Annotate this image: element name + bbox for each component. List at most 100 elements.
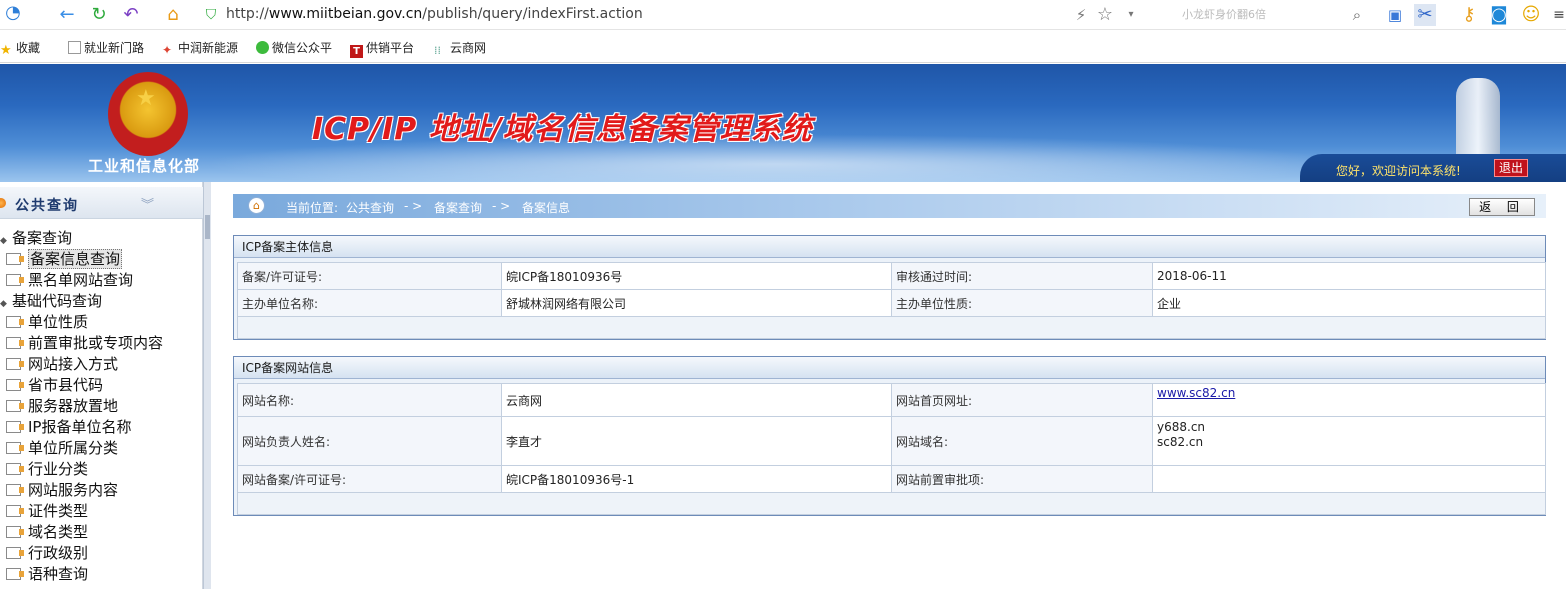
url-prefix: http:// [226,6,269,22]
tree-expander-icon: ◆ [0,299,7,309]
website-info-panel: ICP备案网站信息 网站名称: 云商网 网站首页网址: www.sc82.cn … [233,356,1546,516]
key-icon[interactable]: ⚷ [1458,4,1480,26]
orange-dot-icon [0,198,6,208]
bookmark-favorites[interactable]: ★ 收藏 [0,39,40,58]
address-bar[interactable]: http://www.miitbeian.gov.cn/publish/quer… [226,6,643,22]
splitter-grip-icon[interactable] [205,215,210,239]
breadcrumb-item: 公共查询 [346,201,395,215]
bookmark-label: 供销平台 [366,41,415,55]
tree-leaf-label: 证件类型 [28,502,89,520]
home-icon: ⌂ [248,197,265,214]
tree-leaf[interactable]: 网站接入方式 [6,354,118,374]
search-placeholder: 小龙虾身价翻6倍 [1182,8,1266,21]
logout-button[interactable]: 退出 [1494,159,1528,177]
document-icon [6,505,24,517]
table-cell-label: 网站首页网址: [891,383,1153,417]
bookmark-item[interactable]: ✦ 中润新能源 [162,39,239,57]
tree-leaf[interactable]: 语种查询 [6,564,88,584]
star-icon[interactable]: ☆ [1094,4,1116,26]
tree-leaf[interactable]: 前置审批或专项内容 [6,333,163,353]
table-row: 网站名称: 云商网 网站首页网址: www.sc82.cn [237,383,1546,417]
breadcrumb-prefix: 当前位置: [286,201,339,215]
tree-leaf-label: 黑名单网站查询 [28,271,134,289]
tree-node-record-query[interactable]: ◆ 备案查询 [0,228,72,251]
tree-leaf-label: 服务器放置地 [28,397,119,415]
table-row: 网站备案/许可证号: 皖ICP备18010936号-1 网站前置审批项: [237,465,1546,493]
bookmark-item[interactable]: 就业新门路 [68,39,144,56]
table-cell-value: 舒城林润网络有限公司 [501,289,892,317]
document-icon [6,547,24,559]
table-cell-label: 主办单位名称: [237,289,502,317]
tree-leaf-label: 网站服务内容 [28,481,119,499]
tree-leaf[interactable]: 域名类型 [6,522,88,542]
emoji-icon[interactable]: ☺ [1520,4,1542,26]
magnifier-ext-icon[interactable]: ◙ [1488,4,1510,26]
tree-leaf-label: 单位性质 [28,313,89,331]
breadcrumb-item: 备案信息 [522,201,571,215]
table-cell-value: www.sc82.cn [1152,383,1546,417]
tree-leaf-label: IP报备单位名称 [28,418,132,436]
table-cell-value: 李直才 [501,416,892,466]
search-icon[interactable]: ⌕ [1346,4,1368,26]
table-cell-label: 网站负责人姓名: [237,416,502,466]
table-cell-value: 皖ICP备18010936号 [501,262,892,290]
table-row-empty [237,316,1546,339]
tree-leaf-record-info[interactable]: 备案信息查询 [6,249,123,269]
tree-node-basic-codes[interactable]: ◆ 基础代码查询 [0,291,102,314]
table-cell-value: 云商网 [501,383,892,417]
table-cell-label: 网站域名: [891,416,1153,466]
breadcrumb-separator: - > [492,199,511,213]
bookmark-label: 微信公众平 [272,41,333,55]
ministry-name: 工业和信息化部 [88,157,201,175]
tree-leaf[interactable]: 单位所属分类 [6,438,118,458]
sidebar-header[interactable]: 公共查询 ︾ [0,187,203,219]
star-icon: ★ [0,43,12,58]
tree-leaf[interactable]: 行业分类 [6,459,88,479]
domain-item: y688.cn [1157,420,1206,434]
sidebar-title: 公共查询 [15,198,79,214]
search-input[interactable]: 小龙虾身价翻6倍 [1150,4,1370,26]
tree-leaf[interactable]: 网站服务内容 [6,480,118,500]
home-icon[interactable]: ⌂ [162,4,184,26]
table-row: 主办单位名称: 舒城林润网络有限公司 主办单位性质: 企业 [237,289,1546,317]
table-row-empty [237,492,1546,515]
document-icon [6,253,24,265]
tree-leaf-label: 语种查询 [28,565,89,583]
collapse-chevron-icon[interactable]: ︾ [141,194,154,213]
tree-leaf-label: 行业分类 [28,460,89,478]
undo-icon[interactable]: ↶ [120,4,142,26]
table-cell-value: y688.cn sc82.cn [1152,416,1546,466]
sidebar-splitter[interactable] [203,182,211,589]
tree-leaf-blacklist[interactable]: 黑名单网站查询 [6,270,133,290]
subject-info-panel: ICP备案主体信息 备案/许可证号: 皖ICP备18010936号 审核通过时间… [233,235,1546,340]
homepage-link[interactable]: www.sc82.cn [1157,386,1235,400]
tree-leaf[interactable]: 单位性质 [6,312,88,332]
back-arrow-icon[interactable]: ← [56,4,78,26]
t-logo-icon: T [350,45,363,58]
tree-leaf[interactable]: 行政级别 [6,543,88,563]
panel-title: ICP备案网站信息 [234,357,1545,379]
document-icon [6,316,24,328]
left-sidebar: 公共查询 ︾ ◆ 备案查询 备案信息查询 黑名单网站查询 ◆ 基础代码查询 单位性质… [0,182,203,589]
table-cell-value: 皖ICP备18010936号-1 [501,465,892,493]
tree-leaf[interactable]: 服务器放置地 [6,396,118,416]
wechat-icon [256,41,269,54]
dropdown-icon[interactable]: ▾ [1120,4,1142,26]
bookmark-item[interactable]: ⁞⁞ 云商网 [434,39,486,57]
tree-leaf[interactable]: 省市县代码 [6,375,103,395]
scissors-icon[interactable]: ✂ [1414,4,1436,26]
bookmark-item[interactable]: T 供销平台 [350,39,414,58]
website-info-table: 网站名称: 云商网 网站首页网址: www.sc82.cn 网站负责人姓名: 李… [237,383,1546,515]
lightning-icon[interactable]: ⚡ [1070,4,1092,26]
tree-leaf[interactable]: IP报备单位名称 [6,417,131,437]
bookmark-item[interactable]: 微信公众平 [256,39,332,56]
national-emblem-icon: ★ [108,72,188,156]
back-button[interactable]: 返 回 [1469,198,1535,216]
refresh-icon[interactable]: ↻ [88,4,110,26]
document-icon [6,337,24,349]
menu-icon[interactable]: ≡ [1548,4,1566,26]
tree-leaf-label: 网站接入方式 [28,355,119,373]
tree-leaf[interactable]: 证件类型 [6,501,88,521]
sidebar-toggle-icon[interactable]: ▣ [1384,4,1406,26]
bookmark-label: 中润新能源 [178,41,239,55]
